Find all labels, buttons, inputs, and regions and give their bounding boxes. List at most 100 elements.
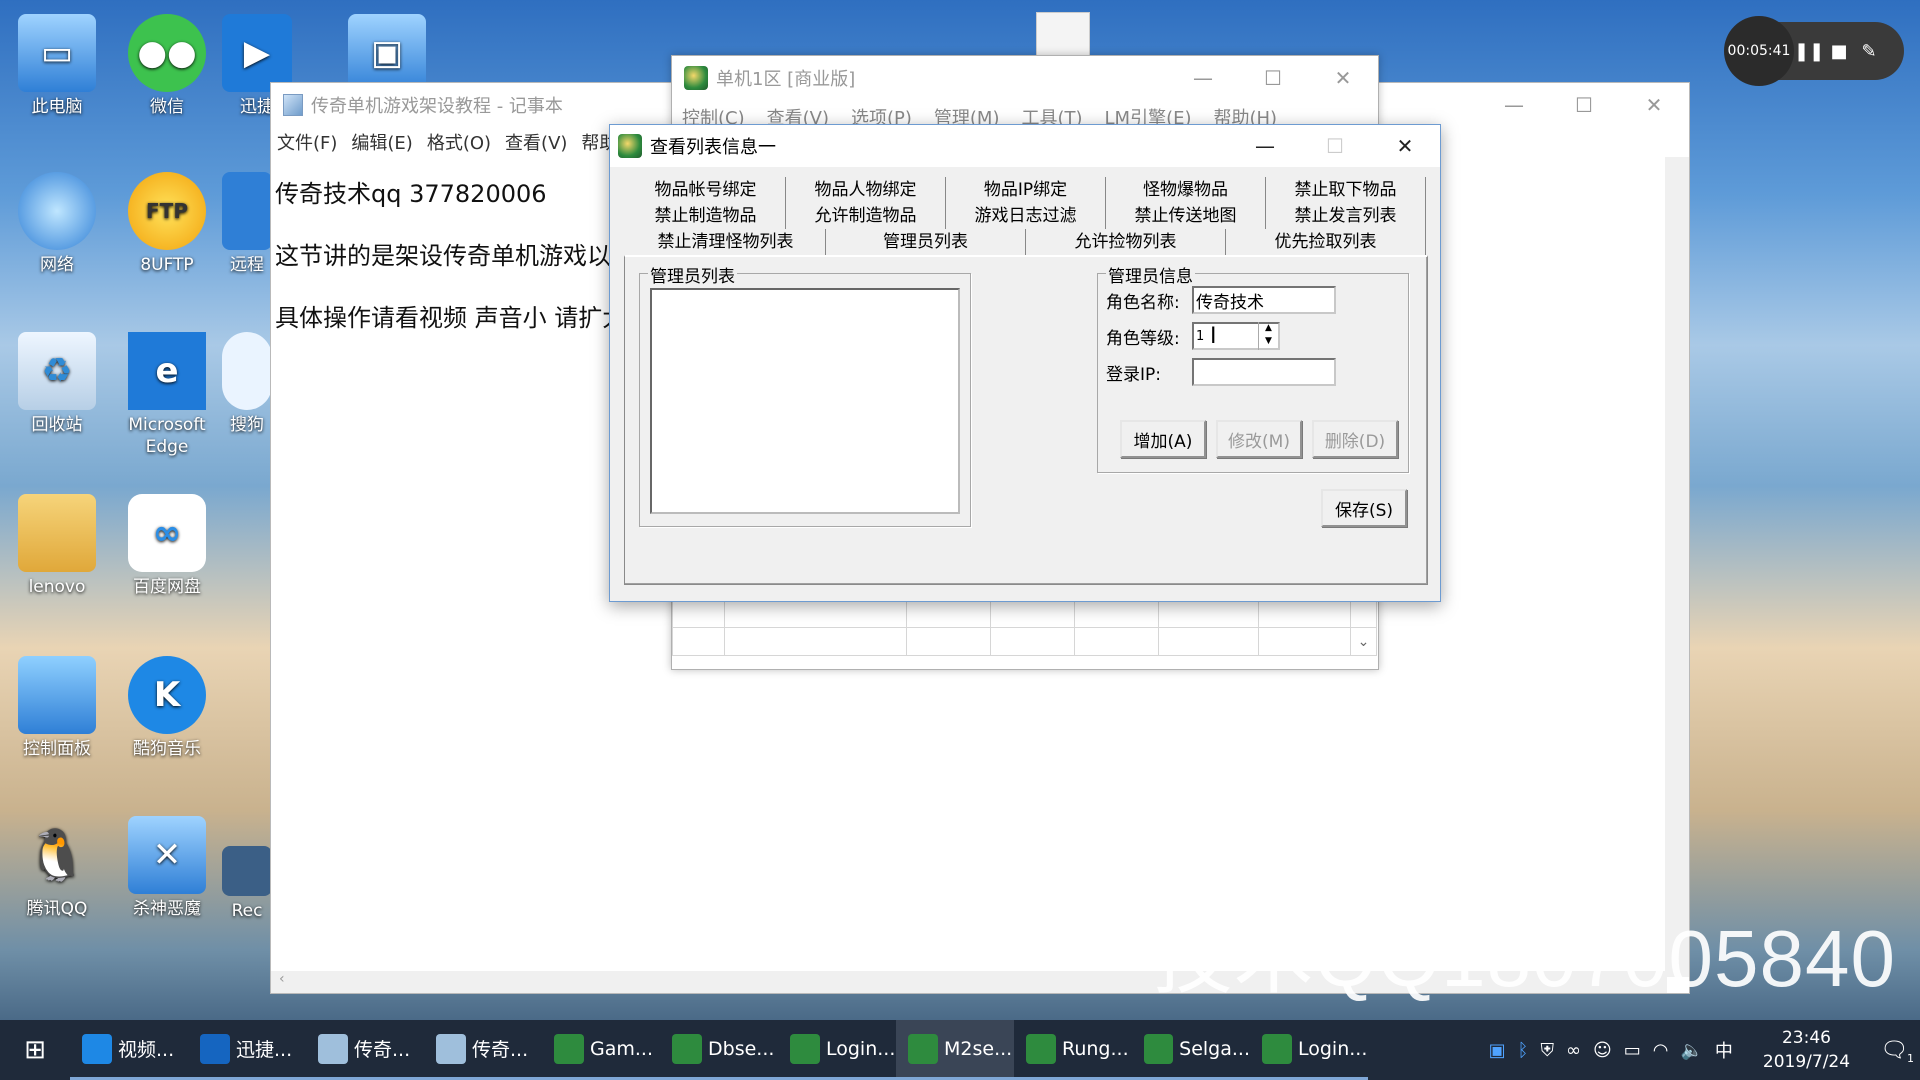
app-icon xyxy=(318,1033,348,1064)
tab-mute-list[interactable]: 禁止发言列表 xyxy=(1266,203,1426,229)
document-file-icon[interactable] xyxy=(1036,12,1090,56)
taskbar-item[interactable]: Gam... xyxy=(542,1020,660,1080)
tab-admin-list[interactable]: 管理员列表 xyxy=(826,229,1026,255)
app-icon xyxy=(790,1033,820,1064)
tab-monster-drops[interactable]: 怪物爆物品 xyxy=(1106,177,1266,203)
desktop-icon-edge[interactable]: e Microsoft Edge xyxy=(112,332,222,458)
taskbar-item-label: Dbse... xyxy=(708,1037,775,1060)
pen-icon[interactable]: ✎ xyxy=(1854,41,1884,62)
role-name-input[interactable]: 传奇技术 xyxy=(1192,286,1336,314)
tab-no-teleport-map[interactable]: 禁止传送地图 xyxy=(1106,203,1266,229)
save-button[interactable]: 保存(S) xyxy=(1321,489,1407,527)
battery-icon[interactable]: ▭ xyxy=(1624,1040,1641,1061)
taskbar-item[interactable]: Login... xyxy=(1250,1020,1368,1080)
baidu-tray-icon[interactable]: ∞ xyxy=(1566,1040,1581,1061)
system-tray: ▣ ᛒ ⛨ ∞ ☺ ▭ ◠ 🔈 中 23:46 2019/7/24 🗨 1 xyxy=(1489,1020,1920,1080)
maximize-button[interactable]: ☐ xyxy=(1300,125,1370,167)
ime-indicator[interactable]: 中 xyxy=(1715,1037,1733,1063)
taskbar-item-label: Login... xyxy=(1298,1037,1368,1060)
stop-icon[interactable]: ■ xyxy=(1824,41,1854,62)
menu-file[interactable]: 文件(F) xyxy=(277,129,337,155)
wifi-icon[interactable]: ◠ xyxy=(1653,1040,1669,1061)
tab-item-ip-bind[interactable]: 物品IP绑定 xyxy=(946,177,1106,203)
tab-allow-craft[interactable]: 允许制造物品 xyxy=(786,203,946,229)
menu-format[interactable]: 格式(O) xyxy=(427,129,491,155)
taskbar-item-label: 视频... xyxy=(118,1039,175,1061)
taskbar-item[interactable]: Login... xyxy=(778,1020,896,1080)
maximize-button[interactable]: ☐ xyxy=(1238,56,1308,100)
role-level-spinner[interactable]: 1 ▲ ▼ xyxy=(1192,322,1280,350)
desktop-icon-this-pc[interactable]: ▭ 此电脑 xyxy=(2,14,112,118)
login-ip-row: 登录IP: xyxy=(1106,358,1336,386)
tab-allow-pickup[interactable]: 允许捡物列表 xyxy=(1026,229,1226,255)
tab-no-unequip[interactable]: 禁止取下物品 xyxy=(1266,177,1426,203)
taskbar-item-label: 传奇... xyxy=(472,1039,529,1061)
start-button[interactable]: ⊞ xyxy=(0,1020,70,1080)
taskbar-item-label: 迅捷... xyxy=(236,1039,293,1061)
desktop-icon-network[interactable]: 网络 xyxy=(2,172,112,276)
taskbar-item[interactable]: Selga... xyxy=(1132,1020,1250,1080)
close-button[interactable]: ✕ xyxy=(1308,56,1378,100)
desktop-icon-kugou[interactable]: K 酷狗音乐 xyxy=(112,656,222,760)
control-panel-icon xyxy=(18,656,96,734)
desktop-icon-rec[interactable]: Rec xyxy=(222,846,272,922)
bluetooth-icon[interactable]: ᛒ xyxy=(1518,1040,1529,1061)
menu-view[interactable]: 查看(V) xyxy=(505,129,567,155)
recorder-tray-icon[interactable]: ▣ xyxy=(1489,1040,1506,1061)
m2-grid: ⌄ xyxy=(672,599,1378,669)
desktop-icon-antivirus[interactable]: ✕ 杀神恶魔 xyxy=(112,816,222,920)
taskbar-item[interactable]: Rung... xyxy=(1014,1020,1132,1080)
pause-icon[interactable]: ❚❚ xyxy=(1794,41,1824,62)
desktop-icon-lenovo[interactable]: lenovo xyxy=(2,494,112,598)
qq-tray-icon[interactable]: ☺ xyxy=(1593,1040,1612,1061)
add-button[interactable]: 增加(A) xyxy=(1120,420,1206,458)
tab-item-character-bind[interactable]: 物品人物绑定 xyxy=(786,177,946,203)
admin-info-title: 管理员信息 xyxy=(1106,262,1195,287)
taskbar-item[interactable]: 迅捷... xyxy=(188,1020,306,1080)
security-icon[interactable]: ⛨ xyxy=(1540,1040,1554,1061)
video-recorder-icon: ▶ xyxy=(222,14,292,92)
app-icon xyxy=(82,1033,112,1064)
desktop-icon-baidu-pan[interactable]: ∞ 百度网盘 xyxy=(112,494,222,598)
minimize-button[interactable]: — xyxy=(1168,56,1238,100)
menu-edit[interactable]: 编辑(E) xyxy=(351,129,412,155)
taskbar-item[interactable]: 传奇... xyxy=(424,1020,542,1080)
close-button[interactable]: ✕ xyxy=(1370,125,1440,167)
notepad-window-controls: — ☐ ✕ xyxy=(1479,83,1689,127)
modify-button[interactable]: 修改(M) xyxy=(1216,420,1302,458)
tab-log-filter[interactable]: 游戏日志过滤 xyxy=(946,203,1106,229)
scroll-down-icon[interactable]: ⌄ xyxy=(1350,627,1377,656)
app-icon xyxy=(672,1033,702,1064)
taskbar-item[interactable]: 传奇... xyxy=(306,1020,424,1080)
vertical-scrollbar[interactable] xyxy=(1665,157,1689,977)
maximize-button[interactable]: ☐ xyxy=(1549,83,1619,127)
notification-icon[interactable]: 🗨 1 xyxy=(1880,1038,1914,1065)
delete-button[interactable]: 删除(D) xyxy=(1312,420,1398,458)
desktop-icon-recycle-bin[interactable]: ♻ 回收站 xyxy=(2,332,112,436)
taskbar-item[interactable]: M2se... xyxy=(896,1020,1014,1080)
tab-no-craft[interactable]: 禁止制造物品 xyxy=(626,203,786,229)
desktop-icon-qq[interactable]: 🐧 腾讯QQ xyxy=(2,816,112,920)
minimize-button[interactable]: — xyxy=(1230,125,1300,167)
clock[interactable]: 23:46 2019/7/24 xyxy=(1745,1026,1868,1074)
tab-item-account-bind[interactable]: 物品帐号绑定 xyxy=(626,177,786,203)
admin-listbox[interactable] xyxy=(650,288,960,514)
desktop-icon-sogou[interactable]: 搜狗 xyxy=(222,332,272,436)
minimize-button[interactable]: — xyxy=(1479,83,1549,127)
tab-priority-pickup[interactable]: 优先捡取列表 xyxy=(1226,229,1426,255)
tab-no-clear-monster[interactable]: 禁止清理怪物列表 xyxy=(626,229,826,255)
wechat-icon: ●● xyxy=(128,14,206,92)
taskbar-item[interactable]: 视频... xyxy=(70,1020,188,1080)
desktop-icon-8uftp[interactable]: FTP 8UFTP xyxy=(112,172,222,276)
desktop-icon-wechat[interactable]: ●● 微信 xyxy=(112,14,222,118)
m2-window-controls: — ☐ ✕ xyxy=(1168,56,1378,100)
spinner-arrows-icon[interactable]: ▲ ▼ xyxy=(1258,322,1278,350)
watermark: 技术QQ1807005840 xyxy=(1152,914,1896,1003)
taskbar-item[interactable]: Dbse... xyxy=(660,1020,778,1080)
desktop-icon-control-panel[interactable]: 控制面板 xyxy=(2,656,112,760)
volume-icon[interactable]: 🔈 xyxy=(1680,1040,1702,1061)
desktop-icon-remote2[interactable]: 远程 xyxy=(222,172,272,276)
close-button[interactable]: ✕ xyxy=(1619,83,1689,127)
login-ip-input[interactable] xyxy=(1192,358,1336,386)
taskbar-item-label: M2se... xyxy=(944,1037,1013,1060)
